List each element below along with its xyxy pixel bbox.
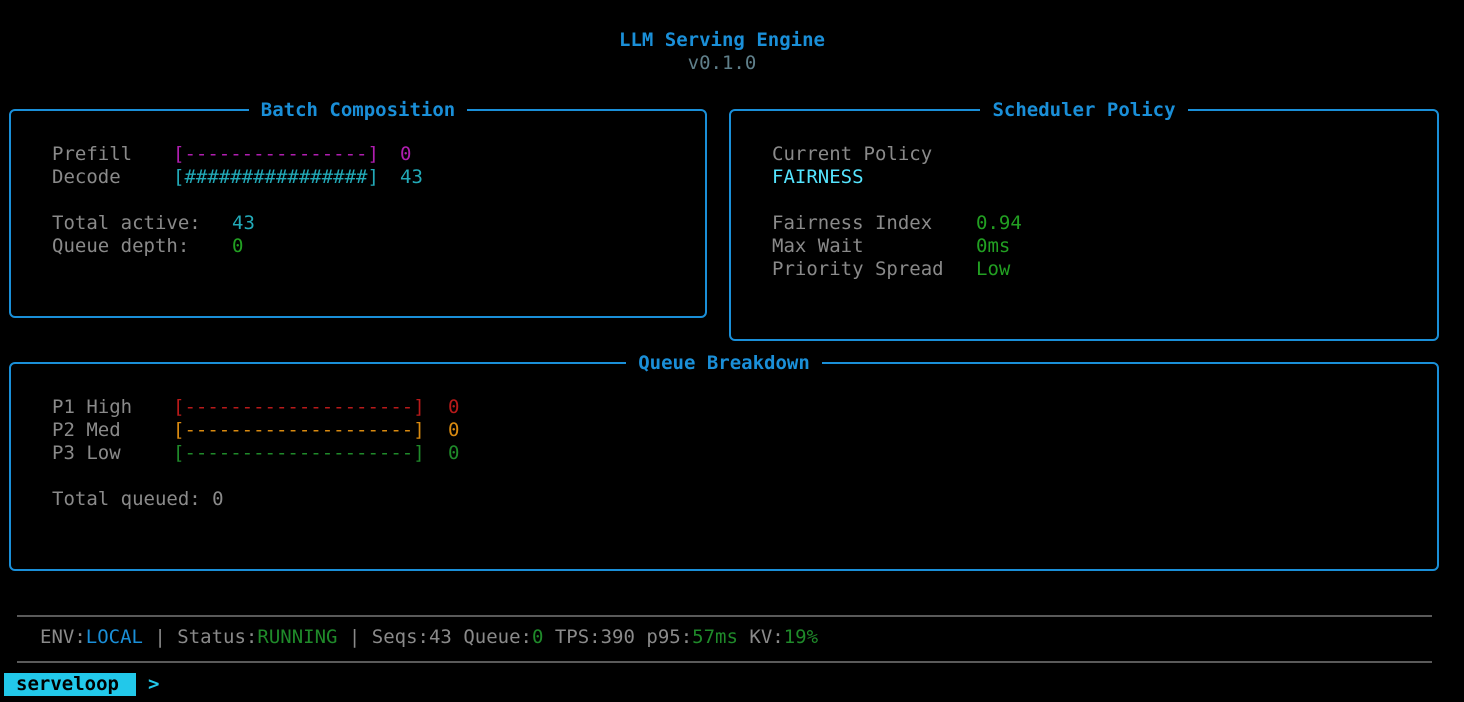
p1-value: 0 [448, 396, 460, 418]
total-active-label: Total active: [52, 212, 201, 234]
status-value: RUNNING [257, 626, 338, 648]
p2-label: P2 Med [52, 419, 121, 441]
status-rule-top [17, 615, 1432, 617]
env-label: ENV: [40, 626, 86, 648]
fairness-index-label: Fairness Index [772, 212, 933, 234]
app-version: v0.1.0 [687, 52, 757, 74]
max-wait-value: 0ms [976, 235, 1011, 257]
prompt-input[interactable]: > [148, 673, 159, 696]
p3-value: 0 [448, 442, 460, 464]
status-rule-bottom [17, 661, 1432, 663]
p1-bar: [--------------------] [173, 396, 425, 418]
status-separator: | [337, 626, 372, 648]
seqs-count: Seqs:43 [371, 626, 452, 648]
queue-depth-value: 0 [232, 235, 244, 257]
p3-label: P3 Low [52, 442, 121, 464]
priority-spread-label: Priority Spread [772, 258, 944, 280]
status-label: Status: [177, 626, 258, 648]
decode-bar: [################] [173, 166, 379, 188]
decode-label: Decode [52, 166, 121, 188]
kv-value: 19% [783, 626, 819, 648]
fairness-index-value: 0.94 [976, 212, 1022, 234]
status-bar: ENV:LOCAL | Status:RUNNING | Seqs:43 Que… [40, 626, 818, 649]
batch-composition-title: Batch Composition [248, 99, 468, 121]
prefill-value: 0 [400, 143, 412, 165]
total-active-value: 43 [232, 212, 255, 234]
total-queued: Total queued: 0 [52, 488, 224, 510]
env-value: LOCAL [85, 626, 143, 648]
p95-value: 57ms [692, 626, 738, 648]
queue-breakdown-title: Queue Breakdown [626, 352, 822, 374]
queue-breakdown-panel: Queue Breakdown [9, 352, 1439, 571]
current-policy-value: FAIRNESS [772, 166, 864, 188]
p2-bar: [--------------------] [173, 419, 425, 441]
max-wait-label: Max Wait [772, 235, 864, 257]
p95-label: p95: [646, 626, 693, 648]
prompt-badge: serveloop [4, 673, 136, 696]
queue-label: Queue: [463, 626, 532, 648]
prefill-label: Prefill [52, 143, 133, 165]
p3-bar: [--------------------] [173, 442, 425, 464]
p2-value: 0 [448, 419, 460, 441]
current-policy-label: Current Policy [772, 143, 933, 165]
p1-label: P1 High [52, 396, 133, 418]
tps-value: TPS:390 [554, 626, 635, 648]
scheduler-policy-title: Scheduler Policy [980, 99, 1188, 121]
kv-label: KV: [749, 626, 784, 648]
app-title: LLM Serving Engine [619, 29, 825, 51]
prefill-bar: [----------------] [173, 143, 379, 165]
queue-depth-label: Queue depth: [52, 235, 190, 257]
status-separator: | [142, 626, 178, 648]
queue-value: 0 [531, 626, 544, 648]
decode-value: 43 [400, 166, 423, 188]
priority-spread-value: Low [976, 258, 1011, 280]
